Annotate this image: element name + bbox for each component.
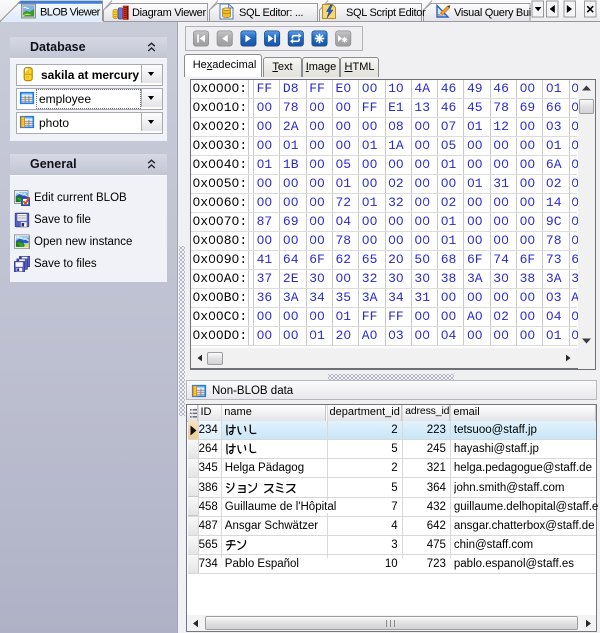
svg-text:BLOB Viewer: BLOB Viewer bbox=[40, 7, 101, 19]
svg-text:Visual Query Buil: Visual Query Buil bbox=[454, 7, 533, 19]
svg-text:SQL Script Editor: SQL Script Editor bbox=[346, 7, 426, 19]
svg-text:SQL Editor: ...: SQL Editor: ... bbox=[239, 7, 303, 19]
svg-text:Diagram Viewer: Diagram Viewer bbox=[132, 7, 206, 19]
